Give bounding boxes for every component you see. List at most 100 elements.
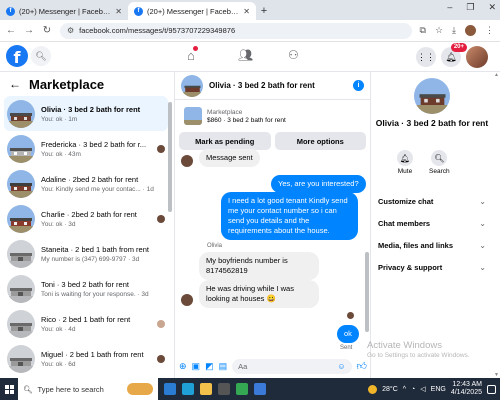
seen-avatar	[157, 214, 165, 223]
scroll-up-icon[interactable]: ▲	[494, 72, 499, 78]
conversation-item-staneita[interactable]: Staneita · 2 bed 1 bath from rent My num…	[4, 236, 168, 271]
menu-item-label: Privacy & support	[378, 262, 443, 272]
chat-title[interactable]: Olivia · 3 bed 2 bath for rent	[209, 81, 347, 90]
menu-grid-button[interactable]: ⋮⋮	[416, 47, 436, 67]
outlook-icon[interactable]	[254, 383, 266, 395]
close-tab-icon[interactable]: ✕	[115, 7, 122, 16]
chrome-icon[interactable]	[236, 383, 248, 395]
conversation-item-miguel[interactable]: Miguel · 2 bed 1 bath from rent You: ok …	[4, 341, 168, 376]
listing-card[interactable]: Marketplace $860 · 3 bed 2 bath for rent	[179, 104, 366, 128]
maximize-icon[interactable]: ❐	[466, 2, 474, 13]
notification-badge: 20+	[450, 43, 467, 52]
browser-tab-2[interactable]: f (20+) Messenger | Facebook ✕	[128, 2, 256, 20]
conversation-item-charlie[interactable]: Charlie · 2bed 2 bath for rent You: ok ·…	[4, 201, 168, 236]
account-avatar[interactable]	[466, 46, 488, 68]
bookmark-star-icon[interactable]: ☆	[435, 25, 443, 36]
browser-tab-1[interactable]: f (20+) Messenger | Facebook ✕	[0, 2, 128, 20]
facebook-search-button[interactable]: 🔍︎	[31, 46, 51, 66]
store-icon[interactable]	[218, 383, 230, 395]
thumbs-up-icon[interactable]: 👍︎	[357, 360, 367, 372]
tray-chevron-icon[interactable]: ^	[403, 386, 406, 393]
gif-icon[interactable]: ▤	[219, 361, 228, 372]
browser-profile-avatar[interactable]	[465, 25, 476, 36]
details-scrollbar[interactable]: ▲ ▼	[494, 72, 499, 378]
activate-windows-watermark: Activate Windows Go to Settings to activ…	[367, 340, 470, 359]
listing-thumbnail	[7, 204, 35, 233]
more-options-button[interactable]: More options	[274, 132, 366, 150]
network-icon[interactable]: ◔	[411, 386, 415, 393]
message-composer: ⊕ ▣ ◩ ▤ Aa ☺ 👍︎	[175, 354, 370, 378]
taskbar-apps	[164, 383, 266, 395]
close-window-icon[interactable]: ✕	[488, 2, 496, 13]
conversation-item-rico[interactable]: Rico · 2 bed 1 bath for rent You: ok · 4…	[4, 306, 168, 341]
chat-header: Olivia · 3 bed 2 bath for rent i	[175, 72, 370, 100]
taskbar-search-box[interactable]: 🔍︎ Type here to search	[18, 378, 158, 400]
start-button[interactable]	[0, 378, 18, 400]
reload-icon[interactable]: ↻	[42, 25, 52, 36]
browser-tab-title: (20+) Messenger | Facebook	[19, 6, 112, 16]
conversation-item-olivia[interactable]: Olivia · 3 bed 2 bath for rent You: ok ·…	[4, 96, 168, 131]
search-action[interactable]: 🔍︎ Search	[429, 150, 450, 175]
forward-icon[interactable]: →	[24, 25, 34, 36]
notification-center-icon[interactable]	[487, 384, 496, 394]
back-icon[interactable]: ←	[6, 25, 16, 36]
temperature[interactable]: 28°C	[382, 386, 398, 393]
notifications-button[interactable]: 🔔︎ 20+	[441, 43, 467, 67]
file-explorer-icon[interactable]	[200, 383, 212, 395]
install-app-icon[interactable]: ⧉	[420, 25, 426, 36]
clock[interactable]: 12:43 AM 4/14/2025	[451, 381, 482, 397]
volume-icon[interactable]: ◁	[420, 385, 425, 393]
taskbar-search-placeholder: Type here to search	[37, 384, 104, 394]
edge-icon[interactable]	[182, 383, 194, 395]
close-tab-icon[interactable]: ✕	[243, 7, 250, 16]
media-files-links-item[interactable]: Media, files and links ⌄	[371, 234, 493, 256]
photo-icon[interactable]: ▣	[192, 361, 201, 372]
mark-as-pending-button[interactable]: Mark as pending	[179, 132, 271, 150]
url-field[interactable]: ⚙ facebook.com/messages/t/95737072293498…	[60, 22, 412, 39]
conversation-name: Staneita · 2 bed 1 bath from rent	[41, 244, 149, 254]
back-arrow-icon[interactable]: ←	[9, 77, 21, 91]
info-icon[interactable]: i	[353, 80, 364, 91]
friends-nav-icon[interactable]: 👥︎	[238, 48, 253, 62]
plus-circle-icon[interactable]: ⊕	[179, 361, 187, 372]
conversation-text: Charlie · 2bed 2 bath for rent You: ok ·…	[41, 210, 151, 228]
conversation-item-toni[interactable]: Toni · 3 bed 2 bath for rent Toni is wai…	[4, 271, 168, 306]
message-input[interactable]: Aa ☺	[232, 358, 352, 374]
emoji-icon[interactable]: ☺	[337, 362, 345, 371]
task-view-icon[interactable]	[164, 383, 176, 395]
chat-members-item[interactable]: Chat members ⌄	[371, 212, 493, 234]
conversation-item-fredericka[interactable]: Fredericka · 3 bed 2 bath for r... You: …	[4, 131, 168, 166]
minimize-icon[interactable]: –	[447, 2, 452, 13]
weather-icon[interactable]	[368, 384, 378, 394]
conversation-text: Staneita · 2 bed 1 bath from rent My num…	[41, 245, 165, 263]
details-menu: Customize chat ⌄ Chat members ⌄ Media, fil…	[371, 190, 493, 278]
conversation-preview: You: Kindly send me your contac... · 1d	[41, 185, 154, 193]
message-thread: Message sent Yes, are you interested? I …	[175, 149, 370, 352]
details-avatar	[414, 78, 450, 114]
search-highlight-icon[interactable]	[127, 383, 153, 395]
mute-action[interactable]: 🔔︎ Mute	[397, 150, 413, 175]
privacy-support-item[interactable]: Privacy & support ⌄	[371, 256, 493, 278]
marketplace-conversation-list: ← Marketplace Olivia · 3 bed 2 bath for …	[0, 72, 175, 378]
home-nav-icon[interactable]: ⌂	[187, 46, 198, 63]
sticker-icon[interactable]: ◩	[205, 361, 214, 372]
language-indicator[interactable]: ENG	[431, 386, 446, 393]
facebook-logo[interactable]: f	[6, 45, 28, 67]
download-icon[interactable]: ⤓	[452, 25, 456, 36]
conversation-list-scrollbar[interactable]	[168, 102, 172, 212]
groups-nav-icon[interactable]: ⚇	[288, 48, 299, 62]
facebook-top-bar: f 🔍︎ ⌂ 👥︎ ⚇ ⋮⋮ 🔔︎ 20+	[0, 42, 500, 72]
browser-menu-icon[interactable]: ⋮	[485, 25, 494, 36]
chat-header-thumbnail[interactable]	[181, 74, 203, 97]
conversation-name: Charlie · 2bed 2 bath for rent	[41, 209, 137, 219]
conversation-preview: You: ok · 4d	[41, 325, 76, 333]
new-tab-button[interactable]: +	[256, 2, 272, 20]
marketplace-header: ← Marketplace	[0, 72, 174, 96]
window-controls: – ❐ ✕	[447, 2, 496, 13]
customize-chat-item[interactable]: Customize chat ⌄	[371, 190, 493, 212]
site-info-icon[interactable]: ⚙	[67, 26, 74, 35]
details-actions: 🔔︎ Mute 🔍︎ Search	[397, 150, 450, 175]
chat-scrollbar[interactable]	[365, 252, 369, 332]
listing-action-buttons: Mark as pending More options	[179, 132, 366, 150]
conversation-item-adaline[interactable]: Adaline · 2bed 2 bath for rent You: Kind…	[4, 166, 168, 201]
